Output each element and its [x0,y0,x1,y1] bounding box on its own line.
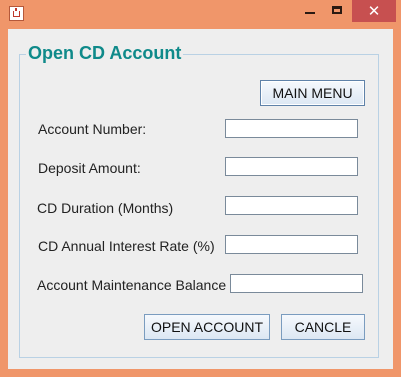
group-title: Open CD Account [26,43,184,63]
maintenance-balance-field[interactable] [230,274,363,293]
maximize-button[interactable] [324,0,350,22]
java-app-icon[interactable] [9,6,24,21]
minimize-icon [305,12,315,14]
cd-duration-field[interactable] [225,196,358,215]
cd-interest-rate-label: CD Annual Interest Rate (%) [38,238,215,254]
cd-duration-label: CD Duration (Months) [37,200,174,216]
deposit-amount-field[interactable] [225,157,358,176]
close-button[interactable]: ✕ [352,0,396,22]
account-number-field[interactable] [225,119,358,138]
close-icon: ✕ [367,2,381,20]
cd-interest-rate-field[interactable] [225,235,358,254]
title-bar[interactable]: ✕ [0,0,401,28]
cancel-button[interactable]: CANCLE [281,314,365,340]
minimize-button[interactable] [296,0,322,22]
form-panel: Open CD Account MAIN MENU Account Number… [8,29,393,369]
maximize-icon [332,6,342,14]
deposit-amount-label: Deposit Amount: [38,160,141,176]
maintenance-balance-label: Account Maintenance Balance [37,277,227,293]
main-menu-button[interactable]: MAIN MENU [260,80,365,106]
app-window: ✕ Open CD Account MAIN MENU Account Numb… [0,0,401,377]
open-account-button[interactable]: OPEN ACCOUNT [144,314,270,340]
account-number-label: Account Number: [38,121,147,137]
